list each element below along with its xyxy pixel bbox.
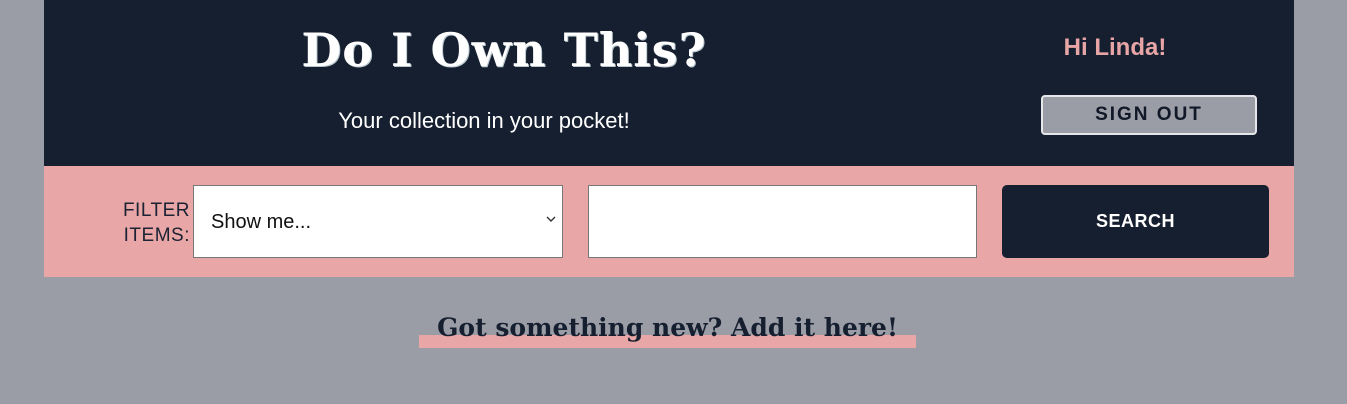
tagline: Your collection in your pocket! [338,108,630,133]
user-greeting: Hi Linda! [1063,34,1167,61]
add-item-heading[interactable]: Got something new? Add it here! [419,311,916,345]
filter-items-label: FILTER ITEMS: [122,200,190,246]
add-item-section: Got something new? Add it here! [419,305,916,355]
filter-select-value: Show me... [211,211,312,233]
filter-bar: FILTER ITEMS: Show me... SEARCH [44,166,1294,277]
sign-out-button[interactable]: SIGN OUT [1041,95,1257,135]
chevron-down-icon [546,216,556,222]
search-button[interactable]: SEARCH [1002,185,1269,258]
app-title: Do I Own This? [301,23,707,77]
site-header: Do I Own This? Your collection in your p… [44,0,1294,166]
filter-select[interactable]: Show me... [193,185,563,258]
search-input[interactable] [588,185,977,258]
